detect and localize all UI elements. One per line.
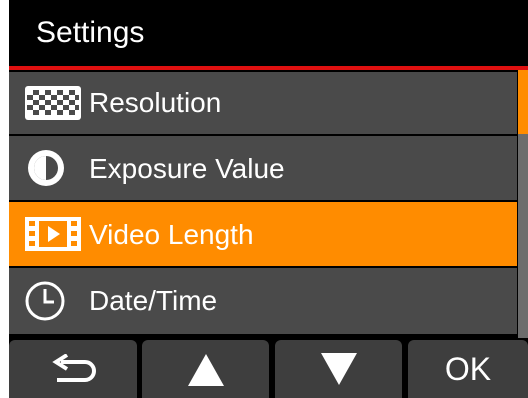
- scrollbar-thumb[interactable]: [518, 70, 528, 134]
- back-button[interactable]: [9, 340, 137, 398]
- film-icon: [25, 217, 81, 251]
- title-bar: Settings: [9, 0, 528, 66]
- return-arrow-icon: [52, 354, 96, 382]
- menu-item-date-time[interactable]: Date/Time: [9, 268, 517, 334]
- triangle-up-icon: [188, 354, 224, 386]
- down-button[interactable]: [275, 340, 402, 398]
- scrollbar[interactable]: [518, 70, 528, 338]
- menu-item-label: Date/Time: [89, 285, 218, 316]
- clock-icon: [25, 281, 65, 321]
- menu-item-video-length[interactable]: Video Length: [9, 202, 517, 266]
- ok-button[interactable]: OK: [408, 340, 528, 398]
- menu-item-exposure-value[interactable]: Exposure Value: [9, 136, 517, 200]
- ok-button-label: OK: [444, 351, 492, 387]
- bottom-toolbar: OK: [9, 340, 528, 398]
- menu-item-label: Exposure Value: [89, 153, 285, 184]
- exposure-icon: [28, 150, 64, 186]
- menu-item-resolution[interactable]: Resolution: [9, 72, 517, 134]
- menu-item-label: Resolution: [89, 87, 222, 118]
- settings-screen: Settings Resolution Exposure Value Video…: [9, 0, 528, 398]
- resolution-icon: [25, 86, 81, 120]
- menu-item-label: Video Length: [89, 219, 254, 250]
- triangle-down-icon: [321, 353, 357, 385]
- settings-menu: Resolution Exposure Value Video Length D…: [9, 70, 517, 338]
- page-title: Settings: [36, 16, 145, 49]
- up-button[interactable]: [142, 340, 269, 398]
